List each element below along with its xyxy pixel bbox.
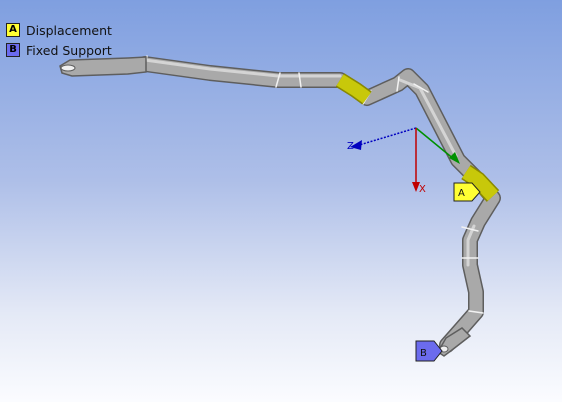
- graphics-viewport[interactable]: A Displacement B Fixed Support Z X A B: [0, 0, 562, 402]
- left-end-eyelet[interactable]: [59, 56, 147, 77]
- z-axis-line: [355, 127, 417, 147]
- z-axis-label: Z: [347, 141, 354, 152]
- stabilizer-bar[interactable]: [137, 55, 501, 353]
- x-axis-label: X: [419, 184, 426, 195]
- marker-a-label: A: [458, 188, 465, 199]
- displacement-highlight-upper[interactable]: [335, 73, 372, 105]
- model-geometry[interactable]: Z X A B: [0, 0, 562, 402]
- marker-b-label: B: [420, 348, 427, 359]
- marker-b-fixed-support[interactable]: B: [415, 340, 443, 362]
